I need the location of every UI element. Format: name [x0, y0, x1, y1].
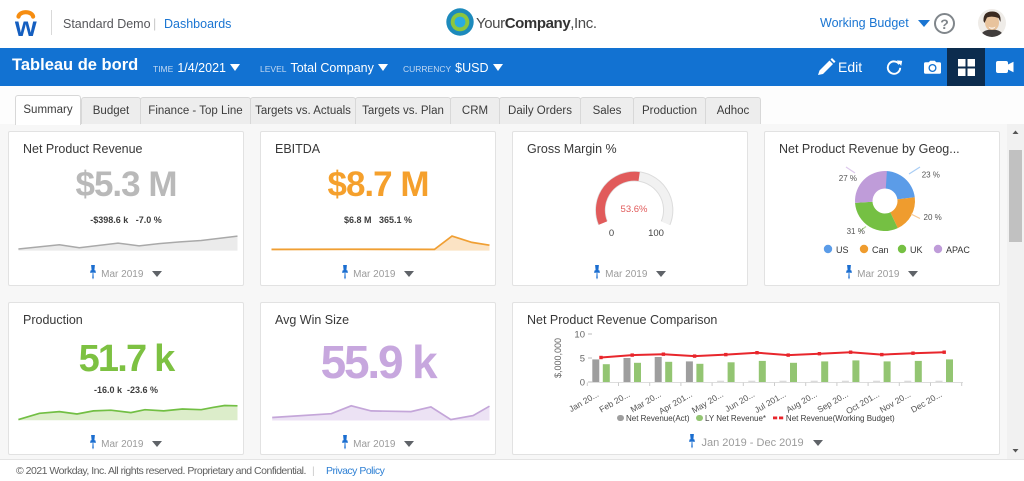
svg-text:23 %: 23 %: [922, 170, 940, 179]
svg-text:31 %: 31 %: [847, 227, 865, 236]
svg-text:53.6%: 53.6%: [621, 204, 648, 215]
svg-text:Oct 201...: Oct 201...: [844, 389, 881, 415]
svg-text:w: w: [15, 11, 37, 37]
svg-text:Jul 201...: Jul 201...: [753, 389, 788, 415]
svg-text:May 20...: May 20...: [690, 389, 725, 415]
svg-text:Nov 20...: Nov 20...: [878, 389, 912, 415]
svg-text:0: 0: [609, 228, 614, 239]
svg-text:UK: UK: [910, 245, 923, 255]
svg-text:APAC: APAC: [946, 245, 970, 255]
svg-text:$,000,000: $,000,000: [553, 338, 563, 378]
svg-text:0: 0: [580, 378, 585, 389]
svg-text:Jun 20...: Jun 20...: [723, 389, 756, 414]
svg-text:Aug 20...: Aug 20...: [784, 389, 818, 415]
svg-text:Mar 20...: Mar 20...: [629, 389, 663, 414]
svg-text:Dec 20...: Dec 20...: [909, 389, 943, 415]
svg-text:Can: Can: [872, 245, 889, 255]
svg-text:YourCompany,Inc.: YourCompany,Inc.: [476, 15, 597, 32]
svg-text:Sep 20...: Sep 20...: [815, 389, 849, 415]
svg-text:10: 10: [574, 330, 585, 341]
svg-text:US: US: [836, 245, 849, 255]
svg-text:Feb 20...: Feb 20...: [597, 389, 631, 414]
svg-text:Jan 20...: Jan 20...: [567, 389, 600, 414]
svg-text:20 %: 20 %: [924, 213, 942, 222]
svg-text:5: 5: [580, 354, 585, 365]
svg-text:Edit: Edit: [838, 59, 862, 75]
svg-text:100: 100: [648, 228, 664, 239]
svg-text:27 %: 27 %: [839, 174, 857, 183]
svg-text:Apr 201...: Apr 201...: [657, 389, 694, 415]
